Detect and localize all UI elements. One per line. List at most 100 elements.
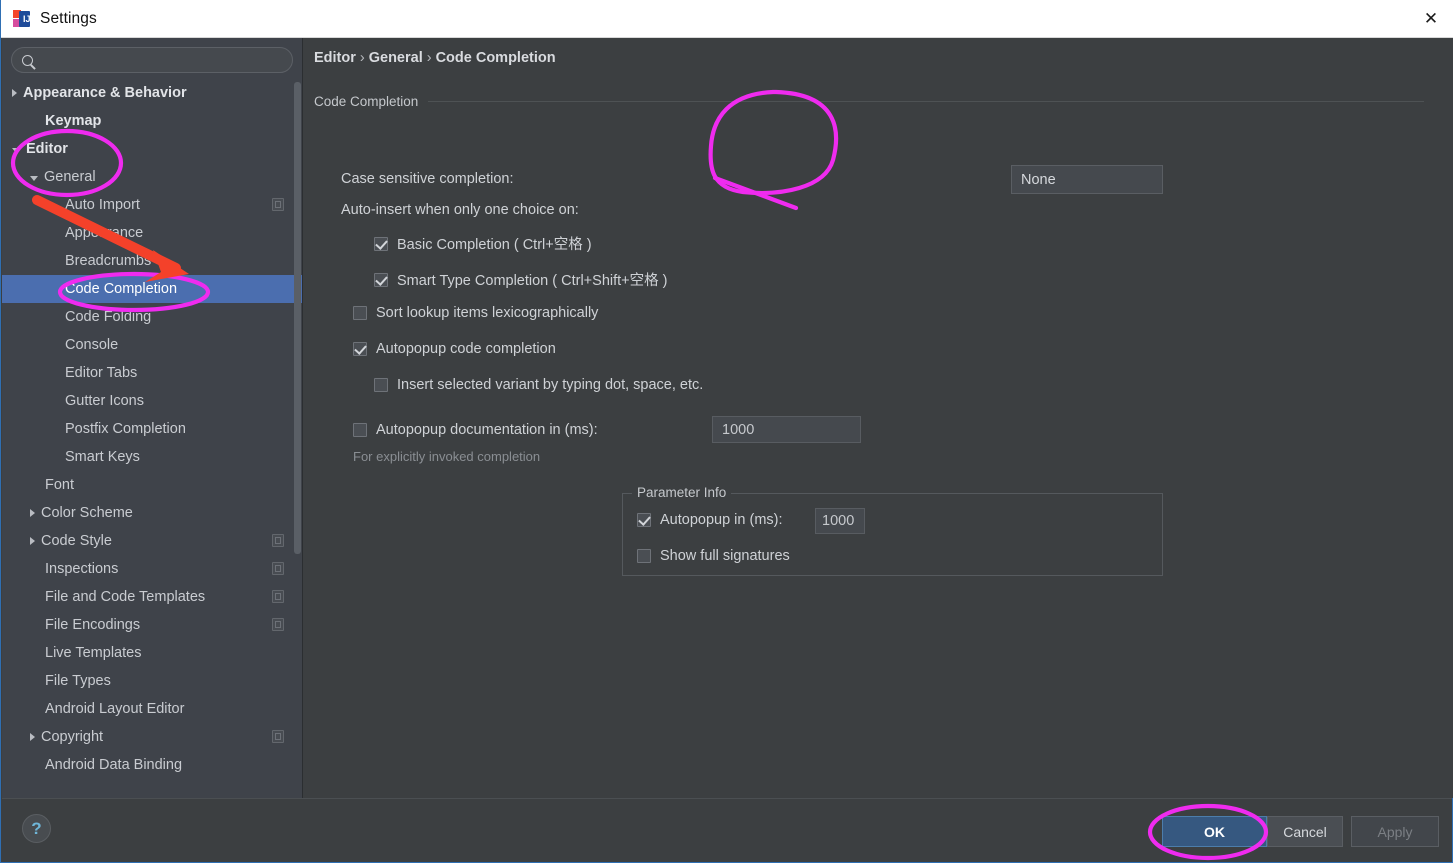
sidebar-item-label: File and Code Templates xyxy=(45,589,206,605)
sidebar-item-appearance[interactable]: Appearance xyxy=(2,219,302,247)
breadcrumb-editor[interactable]: Editor xyxy=(314,50,356,66)
sidebar-item-postfix-completion[interactable]: Postfix Completion xyxy=(2,415,302,443)
sidebar-item-file-and-code-templates[interactable]: File and Code Templates xyxy=(2,583,302,611)
search-box[interactable] xyxy=(11,47,293,73)
copy-settings-icon[interactable] xyxy=(272,590,284,603)
chevron-down-icon[interactable] xyxy=(30,175,38,181)
sidebar-item-color-scheme[interactable]: Color Scheme xyxy=(2,499,302,527)
parameter-autopopup-value: 1000 xyxy=(822,513,855,529)
chevron-right-icon[interactable] xyxy=(12,89,17,97)
chevron-down-icon[interactable] xyxy=(12,147,20,153)
autopopup-documentation-value: 1000 xyxy=(722,421,755,438)
sidebar-item-code-folding[interactable]: Code Folding xyxy=(2,303,302,331)
sidebar-item-copyright[interactable]: Copyright xyxy=(2,723,302,751)
breadcrumb-separator: › xyxy=(359,50,365,66)
checkbox-icon[interactable] xyxy=(637,549,651,563)
sidebar-item-editor[interactable]: Editor xyxy=(2,135,302,163)
checkbox-icon[interactable] xyxy=(374,272,388,287)
case-sensitive-row: Case sensitive completion: xyxy=(341,171,513,187)
copy-settings-icon[interactable] xyxy=(272,534,284,547)
sidebar-item-label: Appearance xyxy=(65,225,144,241)
checkbox-label: Autopopup code completion xyxy=(376,341,556,357)
cancel-button[interactable]: Cancel xyxy=(1267,816,1343,847)
sidebar-item-auto-import[interactable]: Auto Import xyxy=(2,191,302,219)
copy-settings-icon[interactable] xyxy=(272,562,284,575)
case-sensitive-dropdown[interactable]: None xyxy=(1011,165,1163,194)
sidebar-item-label: Appearance & Behavior xyxy=(23,85,187,101)
settings-dialog: IJ Settings ✕ Appearance & Behavior Keyma… xyxy=(0,0,1453,863)
case-sensitive-value: None xyxy=(1021,171,1056,188)
close-icon[interactable]: ✕ xyxy=(1408,0,1453,37)
sidebar-item-smart-keys[interactable]: Smart Keys xyxy=(2,443,302,471)
sidebar-item-file-types[interactable]: File Types xyxy=(2,667,302,695)
section-header-code-completion: Code Completion xyxy=(314,92,1424,110)
sidebar-item-breadcrumbs[interactable]: Breadcrumbs xyxy=(2,247,302,275)
checkbox-icon[interactable] xyxy=(353,423,367,437)
checkbox-icon[interactable] xyxy=(374,378,388,392)
checkbox-icon[interactable] xyxy=(637,513,651,527)
case-sensitive-label: Case sensitive completion: xyxy=(341,171,514,187)
checkbox-icon[interactable] xyxy=(353,306,367,320)
sidebar-item-general[interactable]: General xyxy=(2,163,302,191)
apply-button[interactable]: Apply xyxy=(1351,816,1439,847)
window-title: Settings xyxy=(40,9,97,27)
sidebar-item-keymap[interactable]: Keymap xyxy=(2,107,302,135)
sidebar-scrollbar[interactable] xyxy=(294,82,301,554)
checkbox-insert-selected-variant[interactable]: Insert selected variant by typing dot, s… xyxy=(374,377,703,393)
ok-button[interactable]: OK xyxy=(1162,816,1267,847)
sidebar-item-label: Code Style xyxy=(41,533,112,549)
sidebar-item-appearance-behavior[interactable]: Appearance & Behavior xyxy=(2,79,302,107)
checkbox-autopopup-code-completion[interactable]: Autopopup code completion xyxy=(353,341,556,357)
search-input[interactable] xyxy=(39,51,282,69)
autopopup-documentation-input[interactable]: 1000 xyxy=(712,416,861,443)
settings-sidebar: Appearance & Behavior Keymap Editor General… xyxy=(2,38,303,798)
sidebar-item-android-layout-editor[interactable]: Android Layout Editor xyxy=(2,695,302,723)
sidebar-item-label: Console xyxy=(65,337,119,353)
copy-settings-icon[interactable] xyxy=(272,730,284,743)
sidebar-item-editor-tabs[interactable]: Editor Tabs xyxy=(2,359,302,387)
checkbox-basic-completion[interactable]: Basic Completion ( Ctrl+空格 ) xyxy=(374,233,592,254)
checkbox-icon[interactable] xyxy=(374,236,388,251)
section-title: Code Completion xyxy=(314,93,419,109)
breadcrumb-general[interactable]: General xyxy=(369,50,423,66)
sidebar-item-label: Keymap xyxy=(45,113,102,129)
sidebar-item-label: Android Layout Editor xyxy=(45,701,185,717)
search-icon xyxy=(22,54,33,66)
checkbox-icon[interactable] xyxy=(353,342,367,356)
sidebar-item-label: Code Completion xyxy=(65,281,178,297)
sidebar-item-label: Smart Keys xyxy=(65,449,140,465)
sidebar-item-label: Editor Tabs xyxy=(65,365,138,381)
sidebar-item-inspections[interactable]: Inspections xyxy=(2,555,302,583)
parameter-autopopup-input[interactable]: 1000 xyxy=(815,508,865,534)
checkbox-parameter-autopopup[interactable]: Autopopup in (ms): xyxy=(637,512,783,528)
checkbox-label: Autopopup documentation in (ms): xyxy=(376,422,598,438)
sidebar-item-live-templates[interactable]: Live Templates xyxy=(2,639,302,667)
copy-settings-icon[interactable] xyxy=(272,198,284,211)
copy-settings-icon[interactable] xyxy=(272,618,284,631)
chevron-right-icon[interactable] xyxy=(30,537,35,545)
settings-main-panel: Editor › General › Code Completion Code Comp… xyxy=(304,38,1453,798)
sidebar-item-gutter-icons[interactable]: Gutter Icons xyxy=(2,387,302,415)
auto-insert-label: Auto-insert when only one choice on: xyxy=(341,202,579,218)
checkbox-show-full-signatures[interactable]: Show full signatures xyxy=(637,548,790,564)
help-icon[interactable]: ? xyxy=(22,814,51,843)
sidebar-item-label: Breadcrumbs xyxy=(65,253,152,269)
sidebar-item-android-data-binding[interactable]: Android Data Binding xyxy=(2,751,302,779)
checkbox-smart-type-completion[interactable]: Smart Type Completion ( Ctrl+Shift+空格 ) xyxy=(374,269,668,290)
checkbox-autopopup-documentation[interactable]: Autopopup documentation in (ms): xyxy=(353,422,598,438)
checkbox-sort-lookup-lexicographically[interactable]: Sort lookup items lexicographically xyxy=(353,305,598,321)
checkbox-label: Autopopup in (ms): xyxy=(660,512,783,528)
sidebar-item-label: Editor xyxy=(26,141,68,157)
sidebar-item-label: Code Folding xyxy=(65,309,152,325)
intellij-icon: IJ xyxy=(13,10,31,27)
parameter-info-group: Parameter Info Autopopup in (ms): 1000 S… xyxy=(622,485,1163,576)
sidebar-item-code-completion[interactable]: Code Completion xyxy=(2,275,302,303)
sidebar-item-code-style[interactable]: Code Style xyxy=(2,527,302,555)
chevron-right-icon[interactable] xyxy=(30,509,35,517)
sidebar-item-font[interactable]: Font xyxy=(2,471,302,499)
sidebar-item-label: Font xyxy=(45,477,75,493)
sidebar-item-console[interactable]: Console xyxy=(2,331,302,359)
chevron-right-icon[interactable] xyxy=(30,733,35,741)
sidebar-item-label: Postfix Completion xyxy=(65,421,186,437)
sidebar-item-file-encodings[interactable]: File Encodings xyxy=(2,611,302,639)
